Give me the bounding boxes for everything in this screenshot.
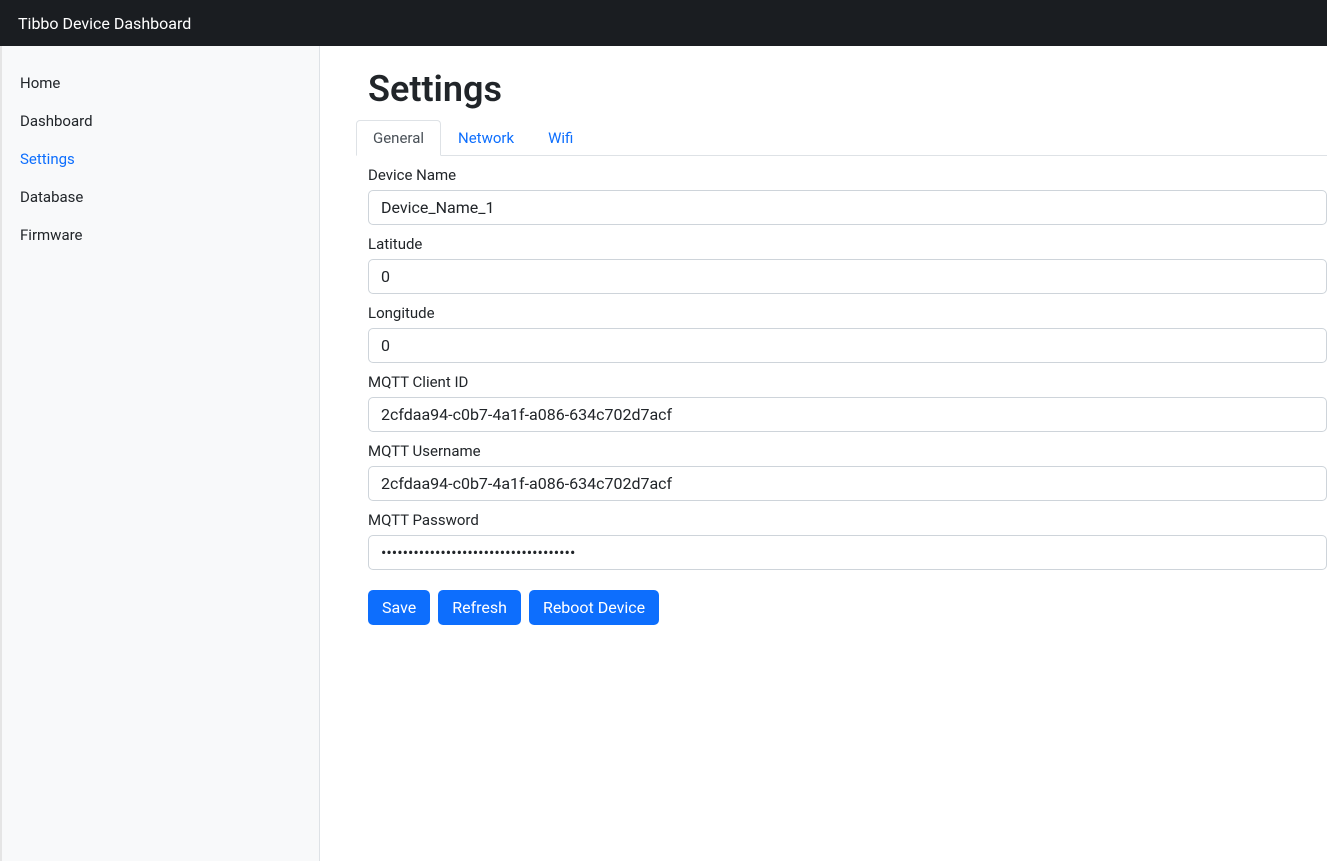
- field-device-name: Device Name: [368, 166, 1327, 225]
- label-mqtt-client-id: MQTT Client ID: [368, 373, 1327, 391]
- button-row: Save Refresh Reboot Device: [368, 590, 1327, 625]
- input-mqtt-client-id[interactable]: [368, 397, 1327, 432]
- sidebar-item-home[interactable]: Home: [2, 66, 319, 100]
- tab-general[interactable]: General: [356, 120, 441, 156]
- main-content: Settings General Network Wifi Device Nam…: [320, 46, 1327, 861]
- app-title: Tibbo Device Dashboard: [18, 14, 191, 33]
- layout: Home Dashboard Settings Database Firmwar…: [0, 0, 1327, 861]
- sidebar-item-dashboard[interactable]: Dashboard: [2, 104, 319, 138]
- sidebar-item-settings[interactable]: Settings: [2, 142, 319, 176]
- sidebar-item-firmware[interactable]: Firmware: [2, 218, 319, 252]
- save-button[interactable]: Save: [368, 590, 430, 625]
- field-longitude: Longitude: [368, 304, 1327, 363]
- input-latitude[interactable]: [368, 259, 1327, 294]
- reboot-device-button[interactable]: Reboot Device: [529, 590, 659, 625]
- page-title: Settings: [368, 68, 1327, 110]
- input-device-name[interactable]: [368, 190, 1327, 225]
- tab-wifi[interactable]: Wifi: [531, 120, 590, 156]
- settings-form: Device Name Latitude Longitude MQTT Clie…: [368, 166, 1327, 625]
- settings-tabs: General Network Wifi: [356, 120, 1327, 156]
- field-mqtt-username: MQTT Username: [368, 442, 1327, 501]
- tab-network[interactable]: Network: [441, 120, 531, 156]
- field-mqtt-password: MQTT Password: [368, 511, 1327, 570]
- input-mqtt-password[interactable]: [368, 535, 1327, 570]
- label-latitude: Latitude: [368, 235, 1327, 253]
- field-mqtt-client-id: MQTT Client ID: [368, 373, 1327, 432]
- input-mqtt-username[interactable]: [368, 466, 1327, 501]
- input-longitude[interactable]: [368, 328, 1327, 363]
- label-mqtt-username: MQTT Username: [368, 442, 1327, 460]
- label-device-name: Device Name: [368, 166, 1327, 184]
- label-mqtt-password: MQTT Password: [368, 511, 1327, 529]
- app-header: Tibbo Device Dashboard: [0, 0, 1327, 46]
- field-latitude: Latitude: [368, 235, 1327, 294]
- refresh-button[interactable]: Refresh: [438, 590, 521, 625]
- sidebar-item-database[interactable]: Database: [2, 180, 319, 214]
- label-longitude: Longitude: [368, 304, 1327, 322]
- sidebar: Home Dashboard Settings Database Firmwar…: [0, 46, 320, 861]
